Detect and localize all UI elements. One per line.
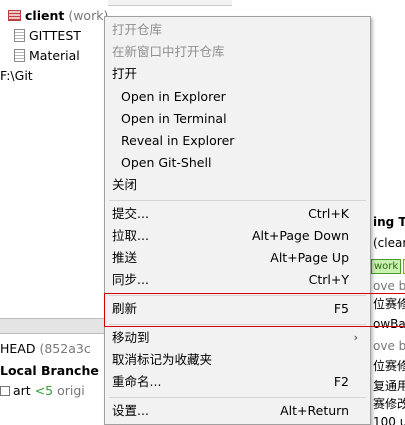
- menu-item-shortcut: Ctrl+Y: [308, 272, 349, 287]
- material-label: Material: [29, 48, 80, 63]
- submenu-arrow-icon: ›: [353, 331, 358, 344]
- menu-item-shortcut: Alt+Page Up: [270, 250, 349, 265]
- menu-item-rename[interactable]: 重命名... F2: [105, 371, 370, 393]
- menu-item-close[interactable]: 关闭: [105, 174, 370, 196]
- menu-item-label: 关闭: [112, 177, 138, 192]
- tag-row: workorigi: [371, 255, 405, 275]
- menu-item-shortcut: Alt+Page Down: [251, 228, 349, 243]
- menu-item-shortcut: Alt+Return: [280, 403, 349, 418]
- tree-item-gittest[interactable]: GITTEST: [14, 26, 81, 46]
- history-row[interactable]: ove bran: [373, 336, 405, 356]
- history-row[interactable]: ove bran: [373, 276, 405, 296]
- menu-item-label: 拉取...: [112, 228, 149, 243]
- menu-item-open-in-terminal[interactable]: Open in Terminal: [105, 108, 370, 130]
- menu-item-reveal-in-explorer[interactable]: Reveal in Explorer: [105, 130, 370, 152]
- client-branch-label: (work): [68, 8, 109, 23]
- menu-item-move-to[interactable]: 移动到 ›: [105, 327, 370, 349]
- menu-item-label: Open in Terminal: [121, 111, 227, 126]
- history-row[interactable]: 位赛修: [373, 356, 405, 376]
- local-branches-header[interactable]: Local Branche: [0, 361, 99, 381]
- history-pane: ing Tr (clear workorigi ove bran 位赛修 owB…: [368, 200, 405, 425]
- tree-item-path[interactable]: F:\Git: [0, 66, 33, 86]
- menu-item-label: 同步...: [112, 272, 149, 287]
- history-title: ing Tr: [373, 215, 405, 229]
- head-row[interactable]: HEAD (852a3c: [0, 339, 91, 359]
- menu-item-label: 设置...: [112, 403, 149, 418]
- history-row[interactable]: 赛修改: [373, 394, 405, 414]
- menu-separator: [109, 200, 366, 201]
- menu-item-open[interactable]: 打开: [105, 63, 370, 85]
- menu-item-label: 刷新: [112, 301, 138, 316]
- menu-separator: [109, 295, 366, 296]
- menu-separator: [109, 397, 366, 398]
- menu-item-open-in-new-window[interactable]: 在新窗口中打开仓库: [105, 41, 370, 63]
- gittest-label: GITTEST: [29, 28, 81, 43]
- history-row[interactable]: 复通用: [373, 376, 405, 396]
- menu-item-label: Reveal in Explorer: [121, 133, 235, 148]
- menu-item-label: 重命名...: [112, 374, 162, 389]
- menu-item-settings[interactable]: 设置... Alt+Return: [105, 400, 370, 422]
- tree-item-material[interactable]: Material: [14, 46, 80, 66]
- repository-tree: client (work) GITTEST Material F:\Git: [0, 0, 108, 320]
- history-row[interactable]: owBat: [373, 314, 405, 334]
- menu-item-label: 打开: [112, 66, 138, 81]
- clear-filter-link[interactable]: (clear: [373, 233, 405, 253]
- repository-context-menu: 打开仓库 在新窗口中打开仓库 打开 Open in Explorer Open …: [104, 16, 371, 425]
- menu-item-open-repository[interactable]: 打开仓库: [105, 19, 370, 41]
- menu-item-unmark-favorite[interactable]: 取消标记为收藏夹: [105, 349, 370, 371]
- menu-item-sync[interactable]: 同步... Ctrl+Y: [105, 269, 370, 291]
- branches-pane: HEAD (852a3c Local Branche art <5 origi: [0, 334, 108, 425]
- menu-item-open-git-shell[interactable]: Open Git-Shell: [105, 152, 370, 174]
- menu-item-shortcut: Ctrl+K: [308, 206, 349, 221]
- menu-item-push[interactable]: 推送 Alt+Page Up: [105, 247, 370, 269]
- menu-item-refresh[interactable]: 刷新 F5: [105, 298, 370, 320]
- menu-separator: [109, 324, 366, 325]
- history-row[interactable]: 100 ui: [373, 412, 405, 425]
- branch-remote: origi: [57, 383, 85, 398]
- client-label: client: [25, 8, 65, 23]
- head-label: HEAD: [0, 341, 36, 356]
- menu-item-label: 在新窗口中打开仓库: [112, 44, 225, 59]
- menu-item-label: Open Git-Shell: [121, 155, 212, 170]
- document-icon: [14, 49, 25, 62]
- branch-row[interactable]: art <5 origi: [0, 381, 85, 401]
- menu-item-label: 推送: [112, 250, 138, 265]
- branch-ahead-count: <5: [34, 383, 54, 398]
- menu-item-label: 打开仓库: [112, 22, 163, 37]
- menu-item-label: 提交...: [112, 206, 149, 221]
- document-icon: [14, 29, 25, 42]
- menu-item-commit[interactable]: 提交... Ctrl+K: [105, 203, 370, 225]
- branch-name: art: [13, 383, 31, 398]
- local-branches-label: Local Branche: [0, 363, 99, 378]
- tree-item-client[interactable]: client (work): [8, 6, 108, 26]
- menu-item-shortcut: F2: [333, 374, 349, 389]
- history-row[interactable]: 位赛修: [373, 294, 405, 314]
- menu-item-label: 取消标记为收藏夹: [112, 352, 213, 367]
- branch-tag-work: work: [371, 259, 402, 274]
- menu-item-pull[interactable]: 拉取... Alt+Page Down: [105, 225, 370, 247]
- pane-splitter[interactable]: [0, 318, 108, 334]
- menu-item-label: Open in Explorer: [121, 89, 226, 104]
- head-hash: (852a3c: [39, 341, 91, 356]
- branch-checkbox[interactable]: [0, 386, 10, 396]
- menu-item-label: 移动到: [112, 330, 150, 345]
- repository-icon: [8, 10, 21, 21]
- menu-item-open-in-explorer[interactable]: Open in Explorer: [105, 86, 370, 108]
- menu-item-shortcut: F5: [333, 301, 349, 316]
- path-label: F:\Git: [0, 68, 33, 83]
